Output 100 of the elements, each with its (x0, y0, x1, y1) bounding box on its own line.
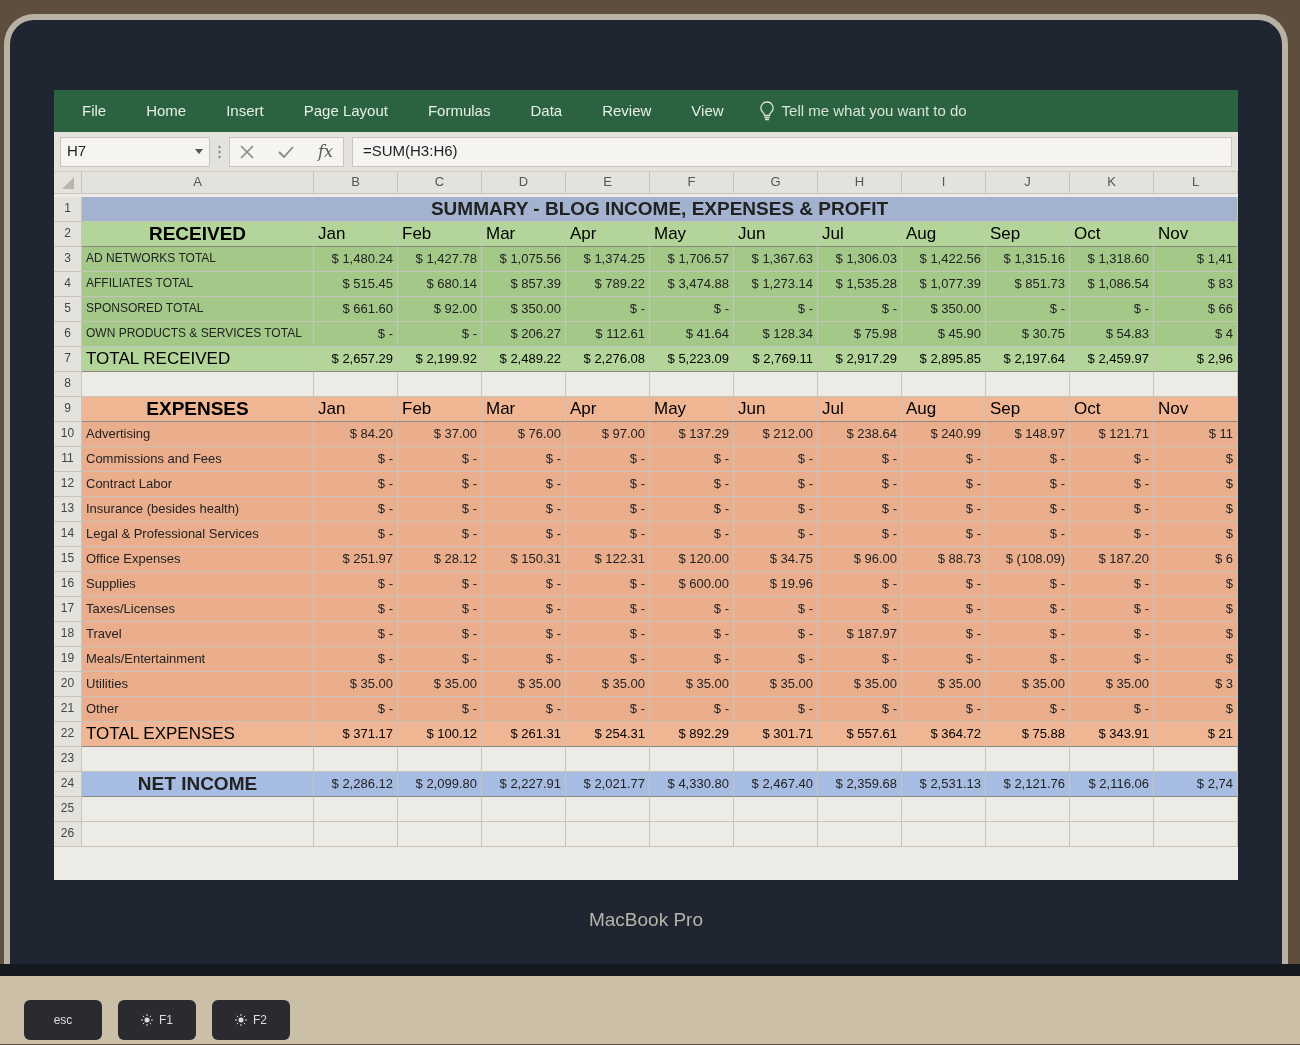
ribbon-tab[interactable]: Formulas (415, 93, 503, 129)
month-header: Apr (566, 222, 650, 247)
table-cell: $ 128.34 (734, 322, 818, 347)
table-cell: $ (1154, 597, 1238, 622)
row-number[interactable]: 21 (54, 697, 82, 722)
table-cell: $ (1154, 572, 1238, 597)
column-header[interactable]: E (566, 172, 650, 194)
row-number[interactable]: 24 (54, 772, 82, 797)
table-cell: $ 41.64 (650, 322, 734, 347)
cancel-icon[interactable] (240, 144, 254, 159)
ribbon-tab[interactable]: File (70, 93, 119, 129)
month-header: Feb (398, 397, 482, 422)
lightbulb-icon[interactable] (759, 101, 774, 121)
row-number[interactable]: 11 (54, 447, 82, 472)
column-header[interactable]: F (650, 172, 734, 194)
row-number[interactable]: 8 (54, 372, 82, 397)
row-number[interactable]: 13 (54, 497, 82, 522)
column-header[interactable]: C (398, 172, 482, 194)
row-number[interactable]: 4 (54, 272, 82, 297)
row-number[interactable]: 7 (54, 347, 82, 372)
table-cell: $ (1154, 472, 1238, 497)
table-cell: $ - (482, 597, 566, 622)
table-cell: $ 66 (1154, 297, 1238, 322)
row-number[interactable]: 23 (54, 747, 82, 772)
table-cell: $ - (398, 322, 482, 347)
row-number[interactable]: 10 (54, 422, 82, 447)
row-number[interactable]: 12 (54, 472, 82, 497)
table-cell: $ 35.00 (902, 672, 986, 697)
row-number[interactable]: 6 (54, 322, 82, 347)
row-label: Supplies (82, 572, 314, 597)
dropdown-caret-icon[interactable] (195, 149, 203, 154)
row-number[interactable]: 20 (54, 672, 82, 697)
check-icon[interactable] (278, 145, 294, 158)
row-number[interactable]: 15 (54, 547, 82, 572)
row-number[interactable]: 19 (54, 647, 82, 672)
table-cell: $ 892.29 (650, 722, 734, 747)
column-header[interactable]: G (734, 172, 818, 194)
table-cell: $ - (482, 447, 566, 472)
row-number[interactable]: 5 (54, 297, 82, 322)
table-cell: $ 1,077.39 (902, 272, 986, 297)
table-cell: $ - (482, 622, 566, 647)
row-label: Travel (82, 622, 314, 647)
table-cell: $ 121.71 (1070, 422, 1154, 447)
table-cell: $ (1154, 497, 1238, 522)
column-header[interactable]: D (482, 172, 566, 194)
ribbon-tab[interactable]: View (679, 93, 736, 129)
column-header[interactable]: J (986, 172, 1070, 194)
column-header[interactable]: H (818, 172, 902, 194)
table-cell: $ 75.88 (986, 722, 1070, 747)
row-number[interactable]: 17 (54, 597, 82, 622)
column-header[interactable]: L (1154, 172, 1238, 194)
table-cell: $ - (818, 497, 902, 522)
table-cell: $ - (734, 622, 818, 647)
table-cell: $ - (566, 497, 650, 522)
column-header[interactable]: K (1070, 172, 1154, 194)
column-header[interactable]: B (314, 172, 398, 194)
row-number[interactable]: 26 (54, 822, 82, 847)
table-cell: $ 2,467.40 (734, 772, 818, 797)
table-cell: $ - (566, 522, 650, 547)
table-cell: $ 148.97 (986, 422, 1070, 447)
keyboard-key[interactable]: F2 (212, 1000, 290, 1040)
insert-function-button[interactable]: fx (318, 139, 333, 164)
column-header[interactable]: I (902, 172, 986, 194)
table-cell: $ 2,657.29 (314, 347, 398, 372)
table-cell: $ 1,535.28 (818, 272, 902, 297)
table-cell: $ 88.73 (902, 547, 986, 572)
table-cell: $ - (986, 522, 1070, 547)
row-number[interactable]: 9 (54, 397, 82, 422)
ribbon-tab[interactable]: Insert (214, 93, 276, 129)
formula-field[interactable]: =SUM(H3:H6) (351, 136, 1232, 167)
table-cell: $ 2,227.91 (482, 772, 566, 797)
ribbon-tab[interactable]: Home (134, 93, 199, 129)
ribbon-tab[interactable]: Data (518, 93, 575, 129)
row-label: Other (82, 697, 314, 722)
table-cell: $ 35.00 (314, 672, 398, 697)
tell-me-search[interactable]: Tell me what you want to do (781, 99, 967, 123)
ribbon-tab[interactable]: Page Layout (291, 93, 400, 129)
table-cell: $ 6 (1154, 547, 1238, 572)
row-number[interactable]: 25 (54, 797, 82, 822)
row-number[interactable]: 3 (54, 247, 82, 272)
row-number[interactable]: 18 (54, 622, 82, 647)
table-cell: $ - (986, 622, 1070, 647)
table-cell: $ 1,422.56 (902, 247, 986, 272)
keyboard-key[interactable]: esc (24, 1000, 102, 1040)
row-number[interactable]: 14 (54, 522, 82, 547)
keyboard-key[interactable]: F1 (118, 1000, 196, 1040)
ribbon-tab[interactable]: Review (590, 93, 664, 129)
row-number[interactable]: 1 (54, 197, 82, 222)
table-cell: $ 19.96 (734, 572, 818, 597)
table-cell: $ 1,374.25 (566, 247, 650, 272)
table-cell: $ 1,318.60 (1070, 247, 1154, 272)
table-cell: $ - (566, 597, 650, 622)
row-number[interactable]: 16 (54, 572, 82, 597)
table-cell: $ 83 (1154, 272, 1238, 297)
row-number[interactable]: 22 (54, 722, 82, 747)
table-cell: $ - (818, 647, 902, 672)
table-cell: $ 2,197.64 (986, 347, 1070, 372)
name-box[interactable]: H7 (60, 136, 210, 167)
column-header[interactable]: A (82, 172, 314, 194)
row-number[interactable]: 2 (54, 222, 82, 247)
